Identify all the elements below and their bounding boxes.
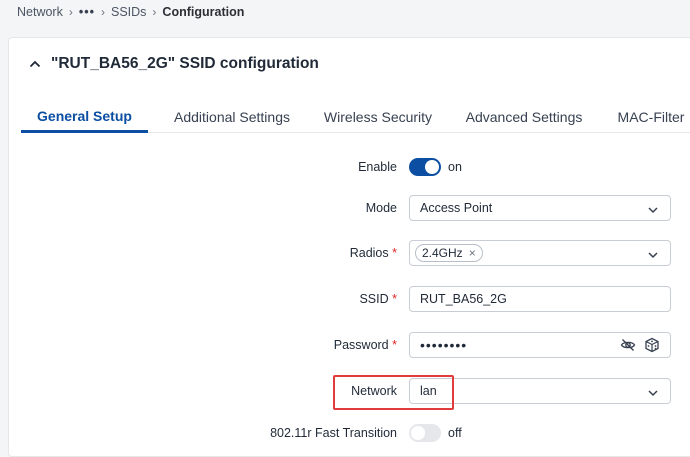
tab-advanced-settings[interactable]: Advanced Settings xyxy=(463,101,585,133)
radio-chip-label: 2.4GHz xyxy=(422,246,463,260)
fast-transition-toggle[interactable] xyxy=(409,424,441,442)
tab-wireless-security[interactable]: Wireless Security xyxy=(321,101,435,133)
chevron-right-icon: › xyxy=(152,5,157,19)
enable-toggle[interactable] xyxy=(409,158,441,176)
radios-select[interactable]: 2.4GHz × xyxy=(409,240,671,266)
fast-transition-label: 802.11r Fast Transition xyxy=(270,426,397,440)
radios-label: Radios * xyxy=(197,246,397,260)
chevron-down-icon xyxy=(648,386,658,400)
radio-chip: 2.4GHz × xyxy=(415,244,483,262)
ssid-input[interactable]: RUT_BA56_2G xyxy=(409,286,671,312)
chevron-up-icon[interactable] xyxy=(29,59,41,69)
required-marker: * xyxy=(392,338,397,352)
tab-bar: General Setup Additional Settings Wirele… xyxy=(21,101,690,133)
tab-mac-filter[interactable]: MAC-Filter xyxy=(611,101,690,133)
breadcrumb-configuration: Configuration xyxy=(162,5,245,19)
radios-label-text: Radios xyxy=(349,246,389,260)
card-header: "RUT_BA56_2G" SSID configuration xyxy=(29,55,319,73)
chevron-down-icon xyxy=(648,248,658,262)
password-label: Password * xyxy=(197,338,397,352)
toggle-knob xyxy=(425,160,439,174)
required-marker: * xyxy=(392,246,397,260)
ssid-value: RUT_BA56_2G xyxy=(420,292,507,306)
breadcrumb: Network › ••• › SSIDs › Configuration xyxy=(17,4,244,20)
mode-value: Access Point xyxy=(420,201,493,215)
card-title: "RUT_BA56_2G" SSID configuration xyxy=(51,55,319,72)
breadcrumb-ssids[interactable]: SSIDs xyxy=(111,5,146,19)
mode-select[interactable]: Access Point xyxy=(409,195,671,221)
password-actions xyxy=(620,337,660,356)
chevron-right-icon: › xyxy=(100,5,105,19)
eye-off-icon[interactable] xyxy=(620,337,636,356)
breadcrumb-network[interactable]: Network xyxy=(17,5,63,19)
ssid-label: SSID * xyxy=(197,292,397,306)
password-value: •••••••• xyxy=(420,337,468,353)
ssid-label-text: SSID xyxy=(359,292,389,306)
enable-label: Enable xyxy=(358,160,397,174)
password-input[interactable]: •••••••• xyxy=(409,332,671,358)
chevron-right-icon: › xyxy=(68,5,73,19)
enable-state: on xyxy=(448,160,462,174)
breadcrumb-more[interactable]: ••• xyxy=(79,5,95,19)
mode-label: Mode xyxy=(365,201,397,215)
close-icon[interactable]: × xyxy=(469,246,476,260)
toggle-knob xyxy=(411,426,425,440)
chevron-down-icon xyxy=(648,203,658,217)
tab-general-setup[interactable]: General Setup xyxy=(21,101,148,133)
fast-transition-state: off xyxy=(448,426,462,440)
required-marker: * xyxy=(392,292,397,306)
tab-additional-settings[interactable]: Additional Settings xyxy=(168,101,296,133)
password-label-text: Password xyxy=(333,338,389,352)
dice-icon[interactable] xyxy=(644,337,660,356)
network-highlight-box xyxy=(333,375,454,410)
ssid-config-card: "RUT_BA56_2G" SSID configuration General… xyxy=(8,37,690,457)
